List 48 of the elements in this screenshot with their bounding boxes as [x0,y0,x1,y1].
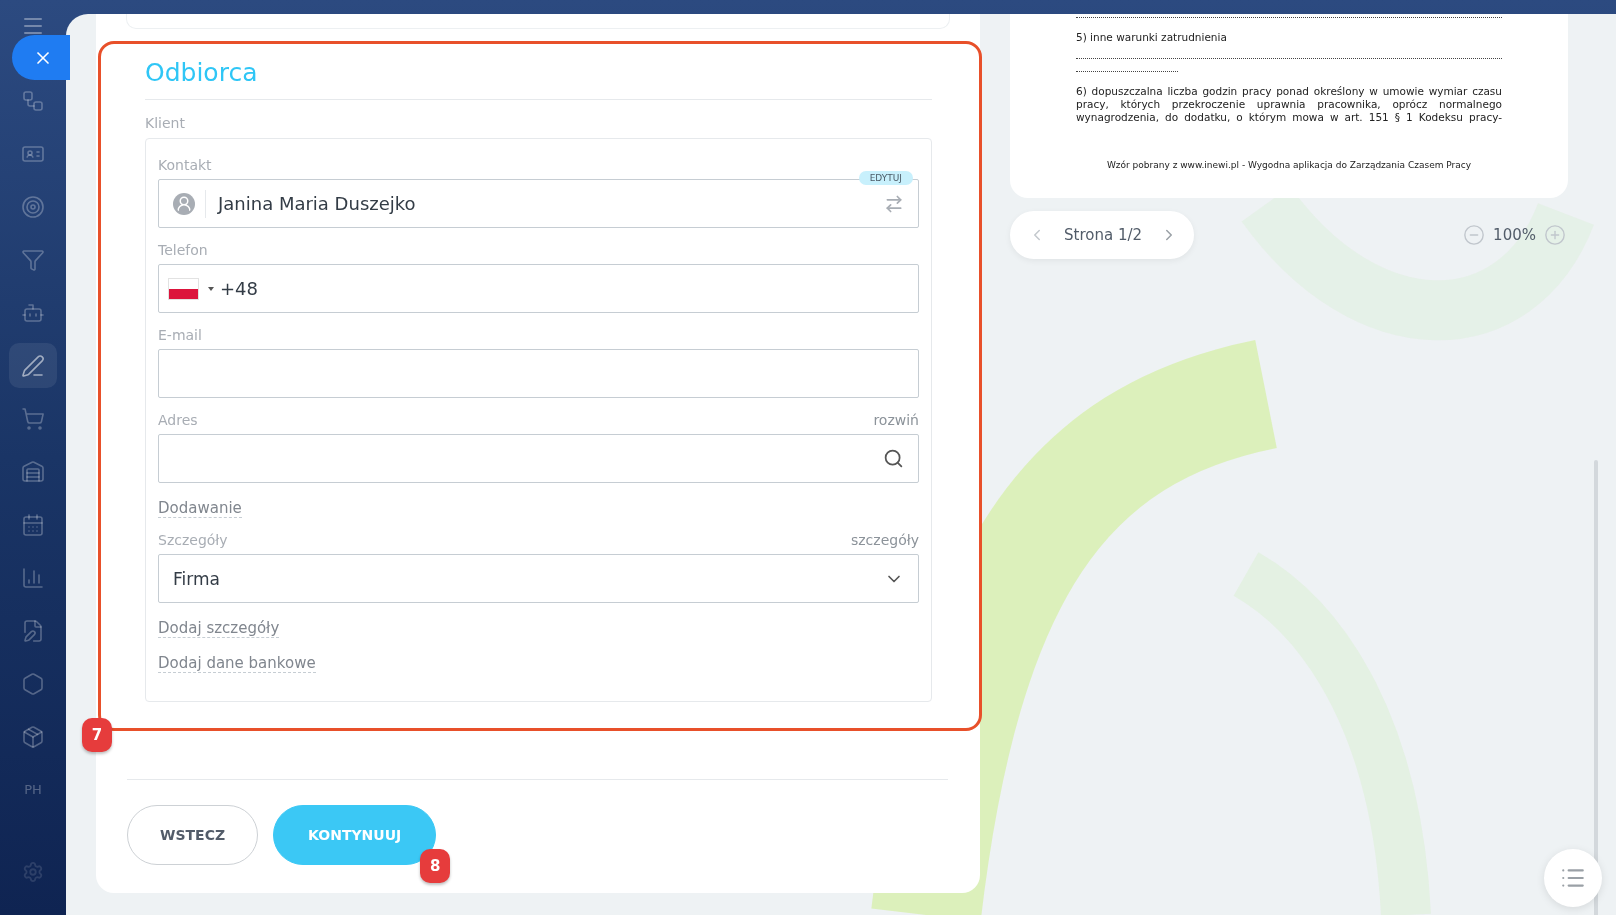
bar-chart-icon [21,565,45,590]
add-link[interactable]: Dodaj szczegóły [158,619,280,638]
add-link[interactable]: Dodawanie [158,499,242,518]
swap-icon[interactable] [884,193,904,214]
section-title: Odbiorca [145,58,932,100]
file-edit-icon [21,618,45,643]
document-footer: Wzór pobrany z www.inewi.pl - Wygodna aplikacja do Zarządzania Czasem Pracy [1076,160,1502,171]
field-label: Telefon [158,242,208,258]
select-field[interactable]: Firma [158,554,919,603]
page-label: Strona 1/2 [1064,226,1143,245]
document-text: 5) inne warunki zatrudnienia [1076,31,1228,43]
flag-icon[interactable] [168,277,199,300]
close-button[interactable] [12,35,70,80]
phone-field[interactable]: +48 [158,264,919,313]
step-marker: 7 [82,718,112,752]
target-icon [21,194,45,219]
caret-icon[interactable] [208,286,214,291]
settings-icon[interactable] [22,861,44,883]
back-button[interactable]: WSTECZ [127,805,259,865]
address-field[interactable] [158,434,919,483]
workflow-icon [21,88,45,113]
field-label: E-mail [158,327,202,343]
warehouse-icon [21,459,45,484]
list-button[interactable] [1544,849,1602,907]
sidebar-item[interactable]: PH [9,767,57,812]
search-icon[interactable] [883,448,904,469]
step-marker: 8 [420,849,451,883]
hexagon-icon [21,671,45,696]
add-link[interactable]: Dodaj dane bankowe [158,654,316,673]
cart-icon [21,406,45,431]
pen-icon [21,353,45,378]
field-label: Szczegóły [158,532,228,548]
user-icon [173,192,195,215]
field-label: Adres [158,412,198,428]
group-label: Klient [145,115,186,131]
zoom-out-icon[interactable] [1463,224,1486,247]
package-icon [21,724,45,749]
field-label: Kontakt [158,157,212,173]
edit-badge[interactable]: EDYTUJ [858,171,913,185]
filter-icon [21,247,45,272]
expand-link[interactable]: szczegóły [850,532,919,548]
zoom-label: 100% [1493,226,1536,245]
sidebar-item[interactable] [9,343,57,388]
document-paragraph: 6) dopuszczalna liczba godzin pracy ponad określony w umowie wymiar czasu pracy, których przekroczenie uprawnia pracownika, oprócz normalnego wynagrodzenia, do dodatku, o którym mowa w art. 151 § 1 Kodeksu pracy- [1076,85,1502,125]
expand-link[interactable]: rozwiń [873,412,919,428]
calendar-icon [21,512,45,537]
zoom-in-icon[interactable] [1544,224,1566,247]
email-field[interactable] [158,349,919,398]
